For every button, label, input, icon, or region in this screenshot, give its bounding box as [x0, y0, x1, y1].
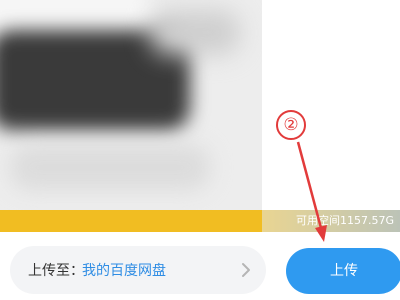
available-space-text: 可用空间1157.57G	[296, 214, 395, 227]
upload-button[interactable]: 上传	[286, 248, 400, 294]
chevron-right-icon[interactable]	[240, 262, 252, 278]
upload-destination-value[interactable]: 我的百度网盘	[82, 262, 166, 280]
upload-destination-label: 上传至：	[28, 263, 84, 279]
photo-blur-bottom	[10, 145, 210, 190]
annotation-step-badge: ②	[276, 110, 306, 140]
photo-blur-light-object	[150, 10, 240, 55]
storage-used-fill	[0, 210, 262, 232]
preview-empty-area	[262, 0, 400, 210]
blurred-photo-preview	[0, 0, 262, 210]
